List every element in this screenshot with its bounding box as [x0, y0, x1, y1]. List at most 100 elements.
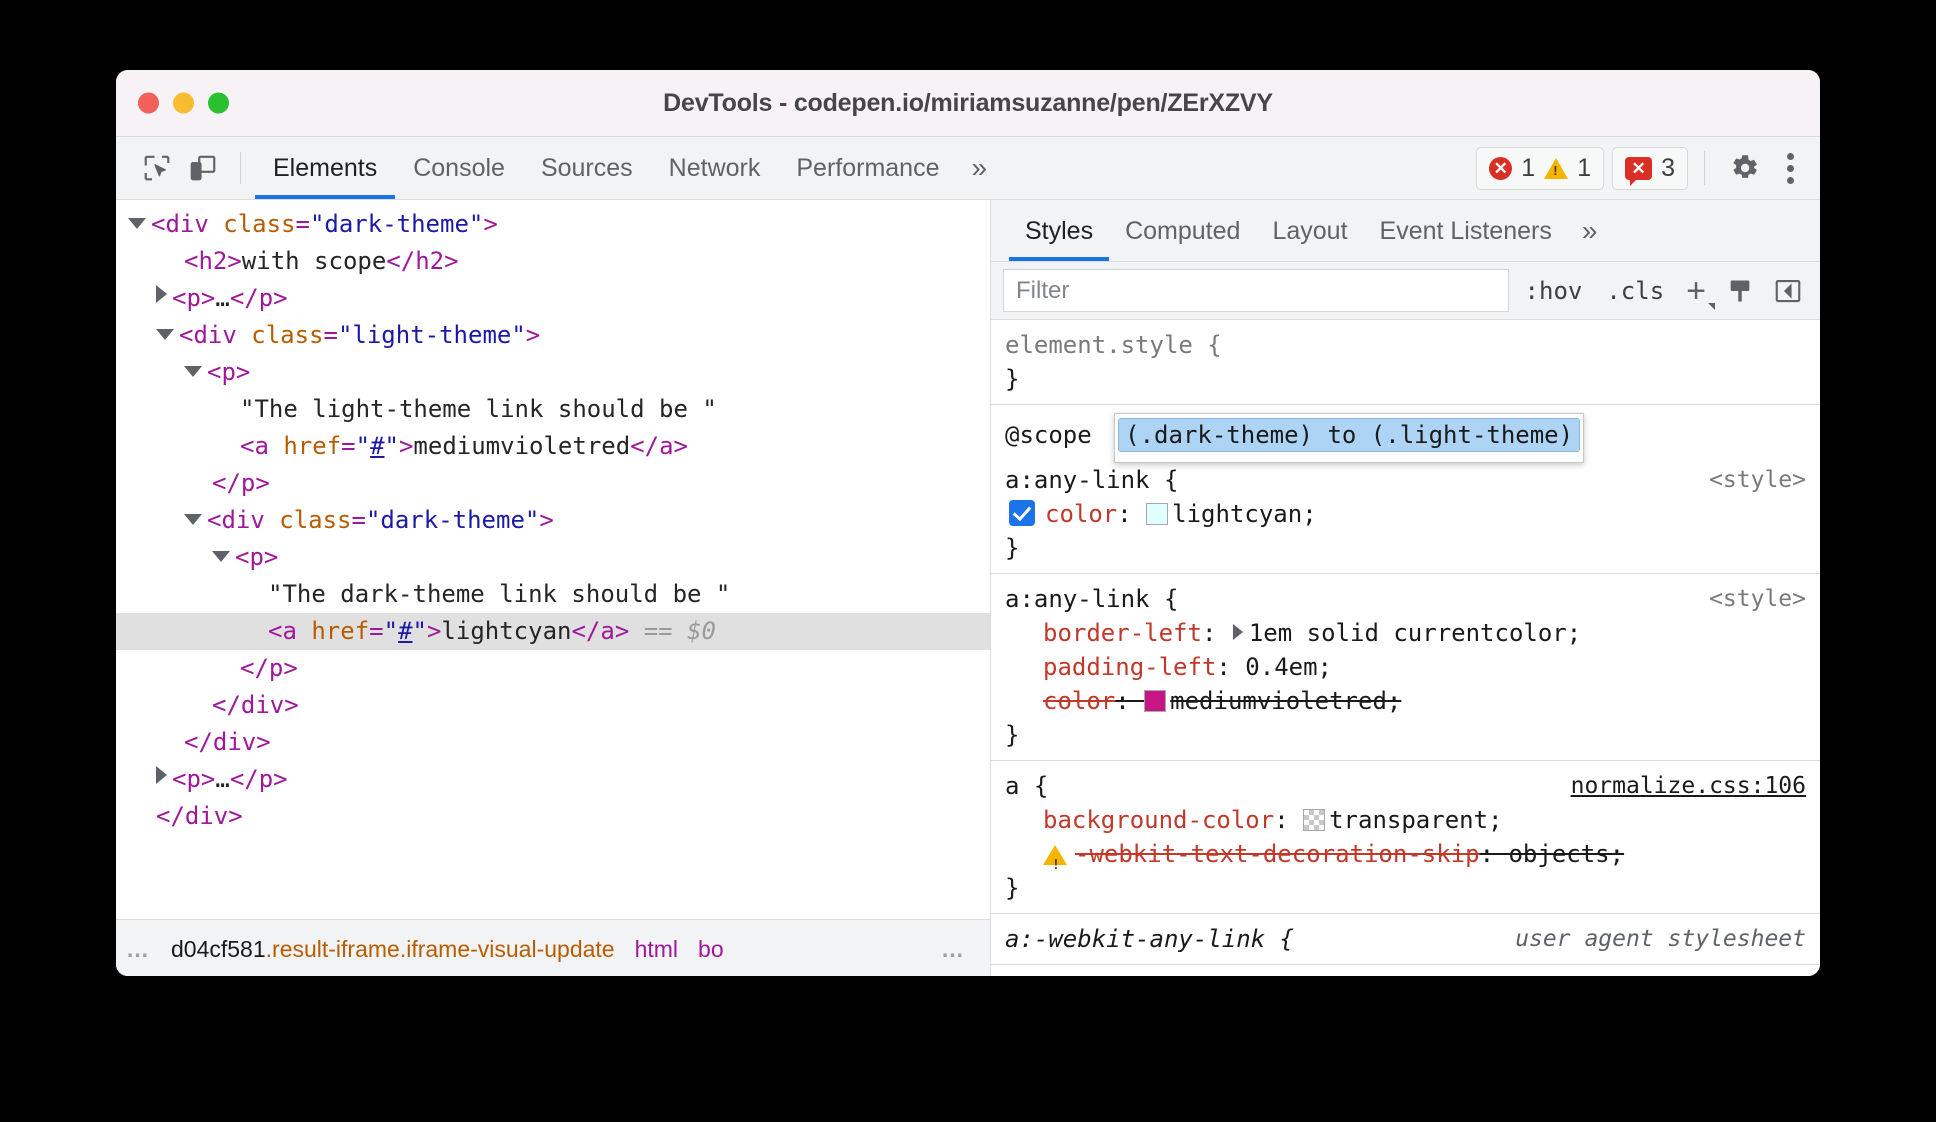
dom-node-row[interactable]: <div class="dark-theme">	[116, 206, 990, 243]
tab-event-listeners[interactable]: Event Listeners	[1364, 201, 1568, 261]
breadcrumb-overflow-right[interactable]: …	[931, 936, 976, 963]
tab-performance[interactable]: Performance	[778, 138, 957, 199]
styles-more-tabs-icon[interactable]: »	[1568, 216, 1612, 245]
dom-node-row[interactable]: </div>	[116, 687, 990, 724]
css-property-name[interactable]: color	[1045, 500, 1117, 528]
css-property-value[interactable]: 0.4em;	[1245, 653, 1332, 681]
zoom-window-button[interactable]	[208, 92, 229, 114]
css-selector[interactable]: a:-webkit-any-link {	[1005, 922, 1294, 956]
dom-node-row[interactable]: <p>	[116, 354, 990, 391]
dom-node-row-selected[interactable]: <a href="#">lightcyan</a> == $0	[116, 613, 990, 650]
dom-href[interactable]: #	[398, 617, 412, 645]
breadcrumb-overflow-left[interactable]: …	[116, 936, 161, 963]
at-scope-prelude[interactable]: (.dark-theme) to (.light-theme)	[1119, 419, 1580, 451]
css-rule-close-brace: }	[1005, 721, 1020, 749]
kebab-menu-icon[interactable]	[1775, 152, 1806, 184]
gear-icon[interactable]	[1721, 145, 1767, 191]
chevron-right-icon[interactable]	[1232, 624, 1243, 640]
css-declaration[interactable]: border-left: 1em solid currentcolor;	[1005, 616, 1820, 650]
chevron-right-icon[interactable]	[156, 766, 167, 784]
close-window-button[interactable]	[138, 92, 159, 114]
dom-node-row[interactable]: <h2>with scope</h2>	[116, 243, 990, 280]
color-swatch[interactable]	[1146, 503, 1169, 525]
css-rules-list[interactable]: element.style {} @scope (.dark-theme) to …	[991, 320, 1820, 976]
css-declaration[interactable]: padding-left: 0.4em;	[1005, 650, 1820, 684]
css-rule[interactable]: a:-webkit-any-link {user agent styleshee…	[991, 914, 1820, 965]
dom-node-row[interactable]: <div class="light-theme">	[116, 317, 990, 354]
css-property-name[interactable]: background-color	[1043, 806, 1274, 834]
chevron-down-icon[interactable]	[212, 551, 230, 562]
tab-styles[interactable]: Styles	[1009, 201, 1109, 261]
dom-node-row[interactable]: </div>	[116, 724, 990, 761]
css-declaration[interactable]: background-color: transparent;	[1005, 803, 1820, 837]
element-classes-button[interactable]: .cls	[1598, 277, 1672, 305]
color-swatch[interactable]	[1144, 690, 1167, 712]
dom-tag: =	[369, 617, 384, 645]
css-rule[interactable]: a:any-link {<style> border-left: 1em soli…	[991, 574, 1820, 761]
dom-node-row[interactable]: "The light-theme link should be "	[116, 391, 990, 428]
tab-console[interactable]: Console	[395, 138, 523, 199]
dom-node-row[interactable]: </div>	[116, 798, 990, 835]
dom-node-row[interactable]: "The dark-theme link should be "	[116, 576, 990, 613]
css-property-value[interactable]: 1em solid currentcolor;	[1249, 619, 1581, 647]
css-rule-source[interactable]: normalize.css:106	[1571, 769, 1806, 803]
css-property-value[interactable]: mediumvioletred;	[1170, 687, 1401, 715]
css-property-value[interactable]: objects;	[1508, 840, 1624, 868]
declaration-enabled-checkbox[interactable]	[1009, 500, 1035, 526]
css-property-value[interactable]: lightcyan;	[1172, 500, 1317, 528]
style-pane-icon[interactable]	[1720, 271, 1760, 311]
css-declaration[interactable]: color: mediumvioletred;	[1005, 684, 1820, 718]
issues-badge[interactable]: ✕ 3	[1612, 146, 1688, 190]
dom-node-row[interactable]: <p>	[116, 539, 990, 576]
css-declaration[interactable]: -webkit-text-decoration-skip: objects;	[1005, 837, 1820, 883]
dom-node-row[interactable]: </p>	[116, 465, 990, 502]
dom-node-row[interactable]: <div class="dark-theme">	[116, 502, 990, 539]
dom-txt: "The dark-theme link should be "	[268, 580, 731, 608]
tab-elements[interactable]: Elements	[255, 138, 395, 199]
sidebar-toggle-icon[interactable]	[1768, 271, 1808, 311]
tab-sources[interactable]: Sources	[523, 138, 651, 199]
error-warning-badge[interactable]: ✕ 1 1	[1476, 146, 1605, 190]
css-property-value[interactable]: transparent;	[1329, 806, 1502, 834]
css-property-name[interactable]: padding-left	[1043, 653, 1216, 681]
dom-node-row[interactable]: </p>	[116, 650, 990, 687]
css-selector[interactable]: a:any-link {	[1005, 463, 1178, 497]
css-property-name[interactable]: border-left	[1043, 619, 1202, 647]
minimize-window-button[interactable]	[173, 92, 194, 114]
breadcrumb-item-iframe[interactable]: d04cf581.result-iframe.iframe-visual-upd…	[161, 936, 625, 963]
device-toolbar-icon[interactable]	[180, 145, 226, 191]
css-rule[interactable]: @scope (.dark-theme) to (.light-theme) a:…	[991, 405, 1820, 574]
dom-tree-pane: <div class="dark-theme"> <h2>with scope</…	[116, 200, 990, 976]
css-rule[interactable]: a { normalize.css:106 background-color: tr…	[991, 761, 1820, 914]
filter-input[interactable]	[1003, 269, 1509, 312]
css-rule-close-brace: }	[1005, 534, 1020, 562]
color-swatch[interactable]	[1303, 809, 1326, 831]
chevron-down-icon[interactable]	[128, 218, 146, 229]
toggle-hover-state-button[interactable]: :hov	[1517, 277, 1591, 305]
css-rule[interactable]: element.style {}	[991, 320, 1820, 405]
dom-node-row[interactable]: <p>…</p>	[116, 761, 990, 798]
chevron-down-icon[interactable]	[184, 366, 202, 377]
new-style-rule-icon[interactable]: +	[1680, 274, 1715, 310]
dom-tree[interactable]: <div class="dark-theme"> <h2>with scope</…	[116, 200, 990, 835]
tab-computed[interactable]: Computed	[1109, 201, 1256, 261]
breadcrumb-item-body[interactable]: bo	[688, 936, 734, 963]
tab-network[interactable]: Network	[651, 138, 779, 199]
dom-href[interactable]: #	[370, 432, 384, 460]
css-property-name[interactable]: -webkit-text-decoration-skip	[1075, 840, 1480, 868]
css-declaration[interactable]: color: lightcyan;	[1005, 497, 1820, 531]
chevron-down-icon[interactable]	[156, 329, 174, 340]
css-selector[interactable]: element.style {	[1005, 328, 1222, 362]
chevron-right-icon[interactable]	[156, 285, 167, 303]
dom-node-row[interactable]: <p>…</p>	[116, 280, 990, 317]
css-property-name[interactable]: color	[1043, 687, 1115, 715]
breadcrumb-item-html[interactable]: html	[625, 936, 688, 963]
dom-node-row[interactable]: <a href="#">mediumvioletred</a>	[116, 428, 990, 465]
chevron-down-icon[interactable]	[184, 514, 202, 525]
more-tabs-icon[interactable]: »	[957, 154, 1001, 182]
css-selector[interactable]: a:any-link {	[1005, 582, 1178, 616]
tab-layout[interactable]: Layout	[1256, 201, 1363, 261]
css-selector[interactable]: a {	[1005, 769, 1048, 803]
inspect-element-icon[interactable]	[134, 145, 180, 191]
